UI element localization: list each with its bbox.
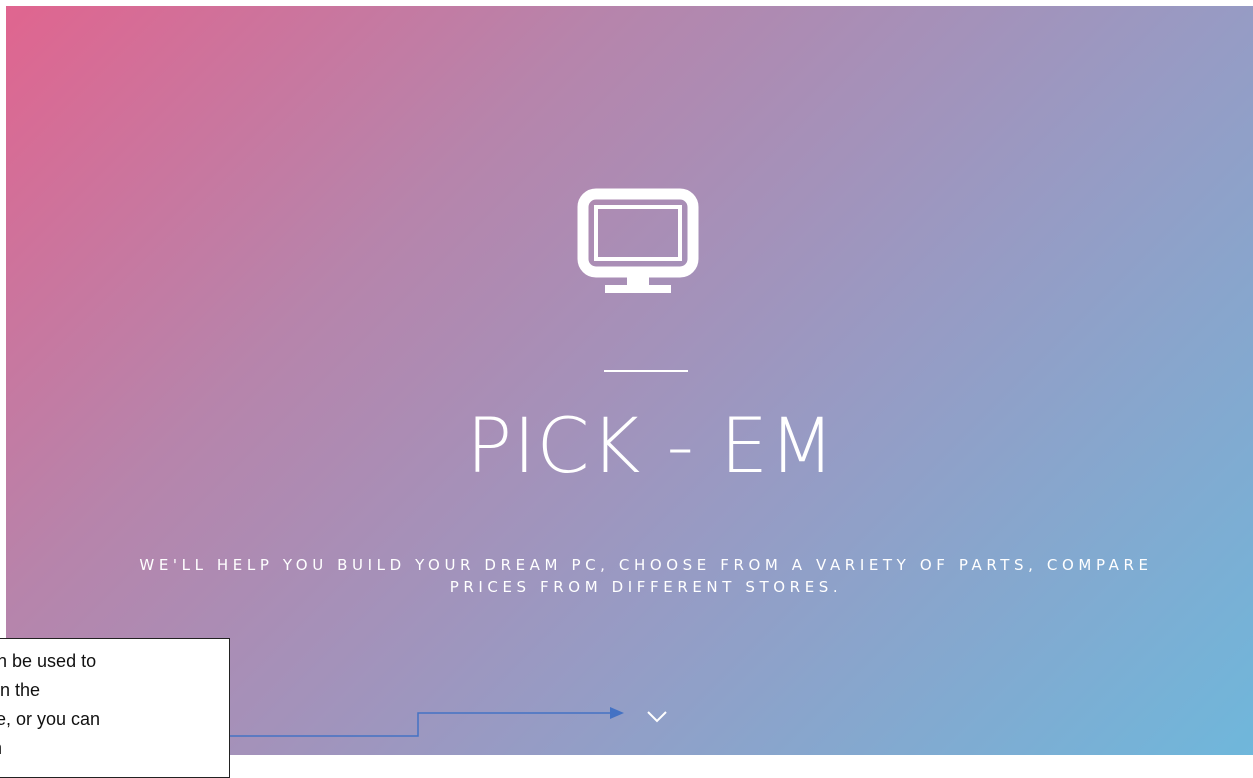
page-title: PICK - EM — [466, 401, 836, 490]
callout-line: an be used to — [0, 651, 97, 671]
callout-line: wn the — [0, 680, 41, 700]
chevron-down-icon[interactable] — [646, 710, 668, 724]
hero-subtitle: WE'LL HELP YOU BUILD YOUR DREAM PC, CHOO… — [139, 556, 1153, 596]
callout-line: ite, or you can — [0, 709, 101, 729]
annotation-callout: an be used to wn the ite, or you can th — [0, 638, 230, 778]
callout-line: th — [0, 734, 221, 763]
title-divider — [604, 370, 688, 372]
monitor-icon — [577, 188, 699, 293]
